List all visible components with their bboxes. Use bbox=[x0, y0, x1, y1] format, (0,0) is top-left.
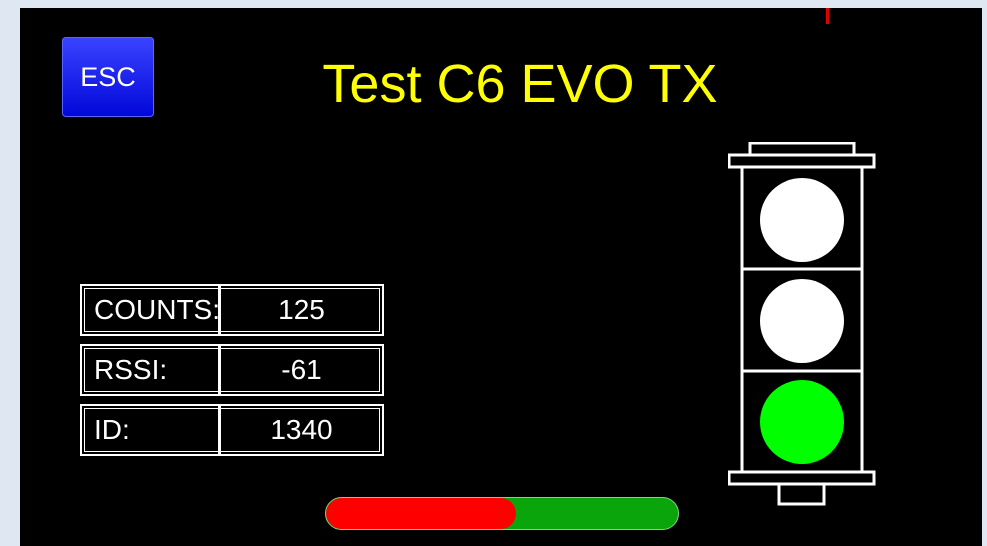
traffic-light-bottom-lamp bbox=[760, 380, 844, 464]
signal-progress-bar bbox=[325, 497, 679, 530]
progress-fill bbox=[326, 498, 517, 529]
page-title: Test C6 EVO TX bbox=[322, 54, 718, 114]
id-value: 1340 bbox=[270, 414, 333, 445]
stat-row-id: ID: 1340 bbox=[80, 404, 384, 456]
red-marker bbox=[826, 8, 829, 24]
rssi-value: -61 bbox=[281, 354, 322, 385]
stat-row-counts: COUNTS: 125 bbox=[80, 284, 384, 336]
traffic-light-bottom-ledge bbox=[728, 470, 876, 486]
device-screen: ESC Test C6 EVO TX COUNTS: 125 RSSI: -61… bbox=[20, 8, 982, 546]
traffic-light-base bbox=[777, 482, 826, 506]
rssi-label: RSSI: bbox=[94, 354, 168, 385]
counts-value: 125 bbox=[278, 294, 325, 325]
traffic-light-cap bbox=[748, 142, 856, 157]
traffic-light-icon bbox=[728, 142, 876, 506]
esc-button[interactable]: ESC bbox=[62, 37, 154, 117]
id-label: ID: bbox=[94, 414, 130, 445]
stat-row-rssi: RSSI: -61 bbox=[80, 344, 384, 396]
traffic-light-middle-lamp bbox=[760, 279, 844, 363]
counts-label: COUNTS: bbox=[94, 294, 220, 325]
traffic-light-top-lamp bbox=[760, 178, 844, 262]
traffic-light-top-ledge bbox=[728, 153, 876, 169]
